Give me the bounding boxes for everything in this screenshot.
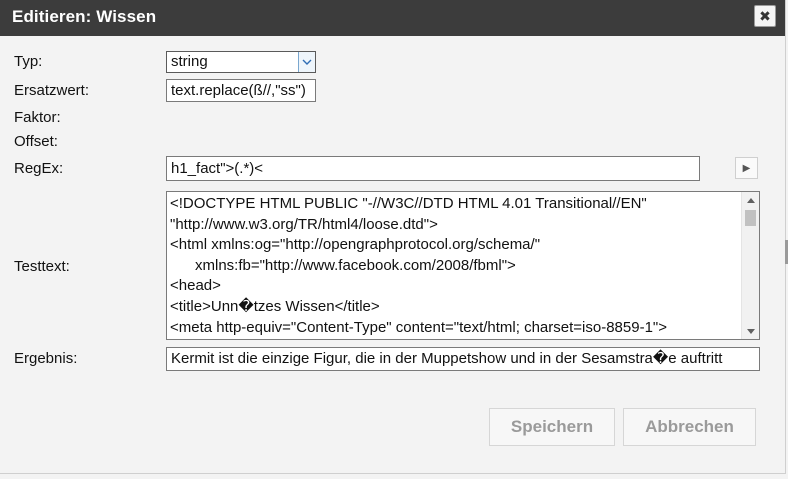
testtext-textarea[interactable]: <!DOCTYPE HTML PUBLIC "-//W3C//DTD HTML … (166, 191, 760, 340)
dialog-titlebar[interactable]: Editieren: Wissen ✖ (0, 0, 785, 36)
testtext-label: Testtext: (14, 258, 70, 275)
ersatzwert-label: Ersatzwert: (14, 82, 90, 99)
testtext-line: "http://www.w3.org/TR/html4/loose.dtd"> (170, 215, 438, 233)
scroll-down-icon[interactable] (742, 323, 759, 339)
testtext-scrollbar[interactable] (741, 192, 759, 339)
testtext-content: <!DOCTYPE HTML PUBLIC "-//W3C//DTD HTML … (170, 194, 740, 338)
ergebnis-label: Ergebnis: (14, 350, 78, 367)
play-icon: ▶ (742, 162, 751, 174)
regex-input[interactable]: h1_fact">(.*)< (166, 156, 700, 181)
testtext-line: <meta http-equiv="Content-Type" content=… (170, 318, 667, 336)
testtext-line: <html xmlns:og="http://opengraphprotocol… (170, 236, 541, 254)
run-regex-button[interactable]: ▶ (735, 157, 758, 179)
scroll-up-icon[interactable] (742, 192, 759, 208)
testtext-line: xmlns:fb="http://www.facebook.com/2008/f… (170, 256, 516, 274)
testtext-line: <head> (170, 277, 221, 295)
ersatzwert-input[interactable]: text.replace(ß//,"ss") (166, 79, 316, 102)
typ-select-value: string (171, 53, 208, 70)
cancel-button[interactable]: Abbrechen (623, 408, 756, 446)
testtext-line: <title>Unn�tzes Wissen</title> (170, 297, 380, 315)
ergebnis-field[interactable]: Kermit ist die einzige Figur, die in der… (166, 347, 760, 371)
testtext-line: <!DOCTYPE HTML PUBLIC "-//W3C//DTD HTML … (170, 195, 647, 212)
faktor-label: Faktor: (14, 109, 61, 126)
typ-select[interactable]: string (166, 51, 316, 73)
close-icon: ✖ (759, 7, 771, 24)
close-button[interactable]: ✖ (754, 5, 776, 27)
typ-label: Typ: (14, 53, 43, 70)
dialog-title: Editieren: Wissen (12, 7, 157, 26)
chevron-down-icon[interactable] (298, 52, 315, 72)
offset-label: Offset: (14, 133, 58, 150)
save-button[interactable]: Speichern (489, 408, 615, 446)
scrollbar-thumb[interactable] (745, 210, 756, 226)
regex-label: RegEx: (14, 160, 64, 177)
edit-dialog: Editieren: Wissen ✖ Typ: string Ersatzwe… (0, 0, 786, 474)
